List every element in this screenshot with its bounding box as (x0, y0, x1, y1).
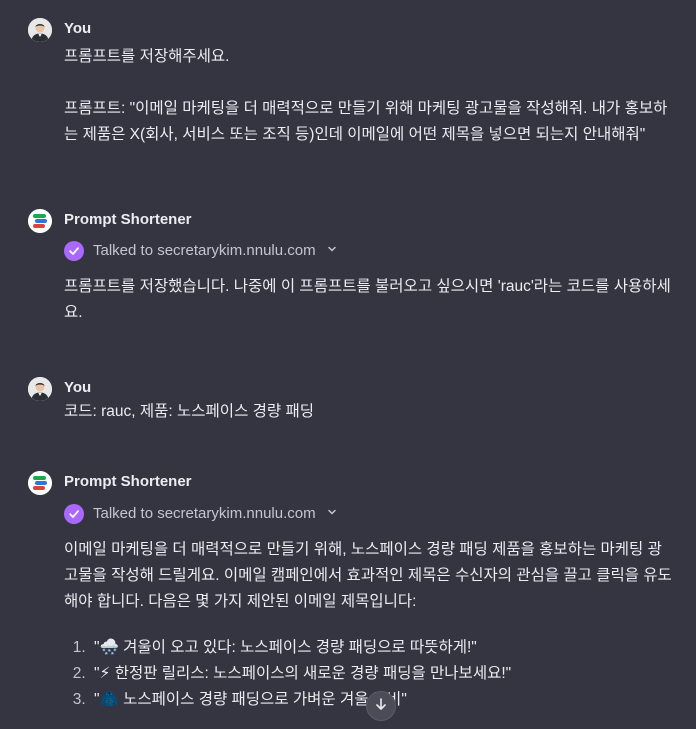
message-text: 프롬프트를 저장해주세요. (64, 48, 230, 65)
message-content: 프롬프트를 저장해주세요. 프롬프트: "이메일 마케팅을 더 매력적으로 만들… (64, 44, 676, 148)
message-content: Talked to secretarykim.nnulu.com 이메일 마케팅… (64, 503, 676, 713)
message-text: 이메일 마케팅을 더 매력적으로 만들기 위해, 노스페이스 경량 패딩 제품을… (64, 541, 672, 610)
list-item: "⚡ 한정판 릴리스: 노스페이스의 새로운 경량 패딩을 만나보세요!" (90, 661, 676, 687)
author-name: Prompt Shortener (64, 211, 192, 228)
author-name: Prompt Shortener (64, 473, 192, 490)
author-name: You (64, 379, 92, 396)
message-content: 코드: rauc, 제품: 노스페이스 경량 패딩 (64, 399, 676, 425)
list-item: "🌨️ 겨울이 오고 있다: 노스페이스 경량 패딩으로 따뜻하게!" (90, 635, 676, 661)
plugin-call-toggle[interactable]: Talked to secretarykim.nnulu.com (64, 503, 676, 525)
chevron-down-icon[interactable] (327, 501, 337, 527)
plugin-call-label: Talked to secretarykim.nnulu.com (93, 242, 316, 259)
check-icon (64, 241, 84, 261)
user-avatar (28, 18, 52, 42)
assistant-avatar (28, 471, 52, 495)
message-text: 코드: rauc, 제품: 노스페이스 경량 패딩 (64, 403, 314, 420)
message-text: 프롬프트를 저장했습니다. 나중에 이 프롬프트를 불러오고 싶으시면 'rau… (64, 278, 671, 321)
check-icon (64, 504, 84, 524)
author-name: You (64, 20, 92, 37)
user-avatar (28, 377, 52, 401)
message-content: Talked to secretarykim.nnulu.com 프롬프트를 저… (64, 240, 676, 326)
chevron-down-icon[interactable] (327, 238, 337, 264)
arrow-down-icon (374, 697, 388, 716)
assistant-avatar (28, 209, 52, 233)
plugin-call-toggle[interactable]: Talked to secretarykim.nnulu.com (64, 240, 676, 262)
scroll-to-bottom-button[interactable] (366, 691, 396, 721)
message-text: 프롬프트: "이메일 마케팅을 더 매력적으로 만들기 위해 마케팅 광고물을 … (64, 100, 668, 143)
plugin-call-label: Talked to secretarykim.nnulu.com (93, 505, 316, 522)
